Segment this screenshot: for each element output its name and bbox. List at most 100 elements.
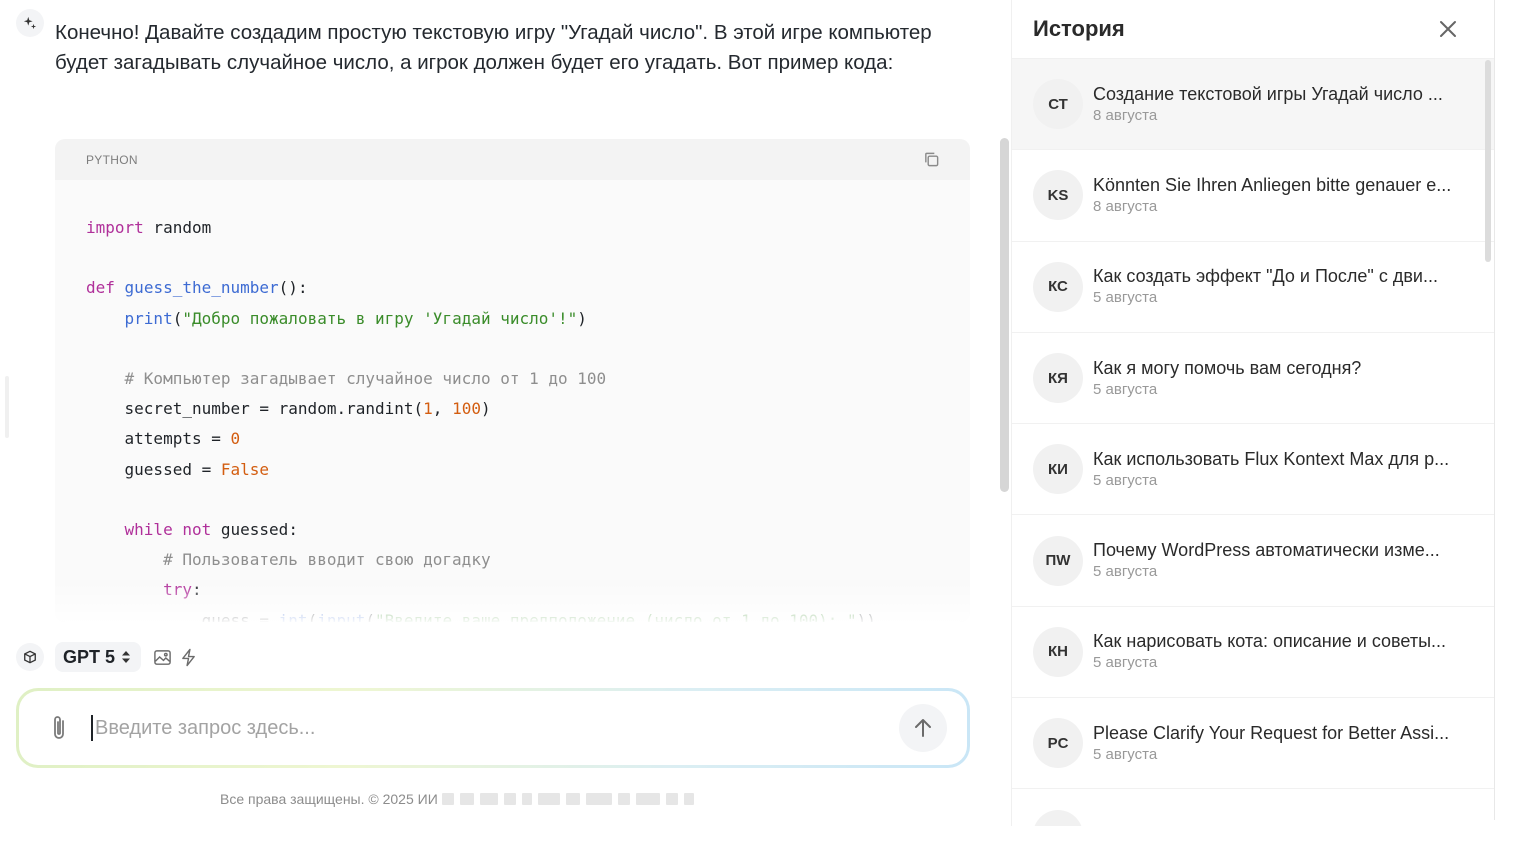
history-panel: История СТ Создание текстовой игры Угадай… [1011,0,1494,826]
close-icon [1440,21,1456,37]
code-line: secret_number = random.randint(1, 100) [86,394,939,424]
prompt-input[interactable] [91,715,899,741]
history-item-date: 8 августа [1093,106,1158,124]
paperclip-icon [54,716,64,739]
code-line: # Компьютер загадывает случайное число о… [86,364,939,394]
code-line: attempts = 0 [86,424,939,454]
left-edge-handle [5,376,9,438]
history-item[interactable]: PC Please Clarify Your Request for Better… [1012,698,1494,790]
sort-arrows-icon [122,651,131,663]
code-block: PYTHON import random def guess_the_numbe… [55,139,970,622]
code-token: input [317,610,366,622]
history-item-date: 5 августа [1093,289,1158,307]
code-token: secret_number = random.randint( [86,399,424,419]
code-token: int [278,610,308,622]
history-item-title: Könnten Sie Ihren Anliegen bitte genauer… [1093,174,1452,195]
history-item-date: 5 августа [1093,563,1158,581]
copy-icon [924,152,938,167]
history-item[interactable]: ПW Почему WordPress автоматически изме...… [1012,515,1494,607]
history-item-title: Как я могу помочь вам сегодня? [1093,823,1474,826]
code-block-header: PYTHON [55,139,970,180]
history-item[interactable]: KS Könnten Sie Ihren Anliegen bitte genau… [1012,150,1494,242]
history-item-text: Как я могу помочь вам сегодня? [1093,823,1474,826]
send-button[interactable] [899,704,947,752]
code-token: ) [480,399,491,419]
history-item-avatar: КЯ [1033,809,1083,826]
code-token: )) [856,610,876,622]
code-line: def guess_the_number(): [86,273,939,303]
history-item-title: Создание текстовой игры Угадай число ... [1093,83,1443,104]
history-item-date: 5 августа [1093,654,1158,672]
code-language-label: PYTHON [86,152,138,167]
code-token: import [86,218,144,237]
code-token: , [432,399,453,419]
history-scrollbar[interactable] [1485,60,1491,262]
image-generation-button[interactable] [151,646,173,668]
sparkle-icon [23,16,37,30]
history-item[interactable]: СТ Создание текстовой игры Угадай число .… [1012,59,1494,151]
footer: Все права защищены. © 2025 ИИ [220,788,700,810]
model-selector[interactable]: GPT 5 [55,642,142,672]
copyright-text: Все права защищены. © 2025 ИИ [220,791,438,807]
code-token: while [124,520,173,540]
chat-scrollbar[interactable] [1000,138,1009,492]
history-item-title: Почему WordPress автоматически изме... [1093,540,1440,561]
code-token: guess = [86,610,279,622]
code-token: : [191,580,202,600]
quick-mode-button[interactable] [177,646,199,668]
attach-file-button[interactable] [45,713,73,743]
history-item-title: Как создать эффект "До и После" с дви... [1093,266,1438,287]
code-token: False [220,459,270,479]
code-token: ( [365,610,376,622]
code-line: guess = int(input("Введите ваше предполо… [86,606,939,622]
history-item-text: Как использовать Flux Kontext Max для р.… [1093,448,1474,491]
code-token: "Введите ваше предположение (число от 1 … [375,610,857,622]
history-item-title: Как использовать Flux Kontext Max для р.… [1093,448,1450,469]
history-item[interactable]: КН Как нарисовать кота: описание и советы… [1012,607,1494,699]
arrow-up-icon [915,719,931,737]
history-item[interactable]: КЯ Как я могу помочь вам сегодня? [1012,789,1494,826]
copy-code-button[interactable] [921,150,941,170]
code-token: ) [577,308,587,328]
history-panel-edge [1494,0,1495,820]
lightning-icon [181,648,195,666]
image-icon [153,649,171,665]
history-item[interactable]: КИ Как использовать Flux Kontext Max для … [1012,424,1494,516]
history-item-title: Please Clarify Your Request for Better A… [1093,722,1450,743]
history-item-avatar: КН [1033,626,1083,677]
prompt-input-container [19,691,967,765]
code-token: ( [172,308,183,328]
history-item-text: Как я могу помочь вам сегодня? 5 августа [1093,357,1474,400]
history-item-title: Как нарисовать кота: описание и советы..… [1093,631,1447,652]
code-line: # Пользователь вводит свою догадку [86,545,939,575]
history-item-avatar: КС [1033,261,1083,312]
chat-area: Конечно! Давайте создадим простую тексто… [0,0,1010,847]
code-token: "Добро пожаловать в игру 'Угадай число'!… [182,308,578,328]
code-token: guess_the_number [124,278,279,298]
history-item[interactable]: КЯ Как я могу помочь вам сегодня? 5 август… [1012,333,1494,425]
history-title: История [1033,16,1125,41]
history-item-text: Как создать эффект "До и После" с дви...… [1093,265,1474,308]
model-settings-button[interactable] [16,643,44,671]
history-item-date: 5 августа [1093,471,1158,489]
history-item[interactable]: КС Как создать эффект "До и После" с дви.… [1012,242,1494,333]
code-content: import random def guess_the_number(): pr… [55,180,970,622]
redacted-brand-name [441,788,700,810]
close-history-button[interactable] [1436,17,1460,41]
code-token: # Пользователь вводит свою догадку [163,550,491,570]
history-item-avatar: ПW [1033,535,1083,586]
history-item-avatar: СТ [1033,79,1083,130]
code-token: 1 [423,399,433,419]
prompt-input-frame [16,688,970,768]
code-token: print [124,308,173,328]
history-item-avatar: PC [1033,718,1083,769]
history-item-text: Könnten Sie Ihren Anliegen bitte genauer… [1093,174,1474,217]
code-line: import random [86,213,939,243]
code-token: guessed: [211,520,298,540]
